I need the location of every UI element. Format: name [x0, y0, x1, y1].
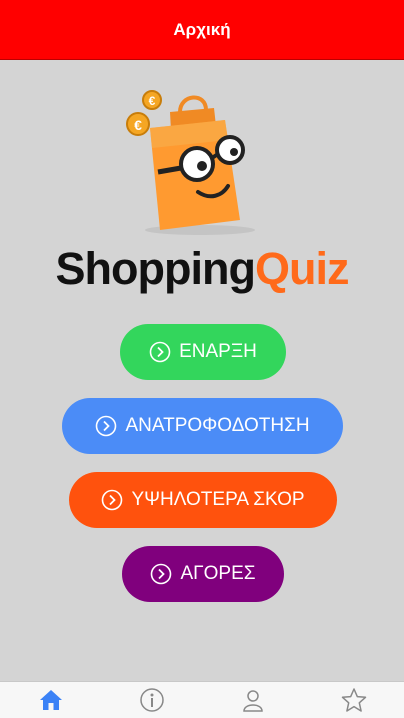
high-scores-button-label: ΥΨΗΛΟΤΕΡΑ ΣΚΟΡ — [131, 489, 305, 510]
tab-info[interactable] — [122, 682, 182, 718]
logo-text-shopping: Shopping — [55, 243, 256, 294]
purchases-button-label: ΑΓΟΡΕΣ — [180, 563, 256, 584]
euro-coin-small: € — [149, 94, 156, 108]
feedback-button[interactable]: ΑΝΑΤΡΟΦΟΔΟΤΗΣΗ — [62, 398, 343, 454]
purchases-button[interactable]: ΑΓΟΡΕΣ — [122, 546, 284, 602]
high-scores-button[interactable]: ΥΨΗΛΟΤΕΡΑ ΣΚΟΡ — [69, 472, 337, 528]
logo-wordmark: ShoppingQuiz — [0, 244, 404, 294]
tab-home[interactable] — [21, 682, 81, 718]
user-icon — [242, 690, 263, 712]
star-icon — [341, 688, 366, 712]
shopping-bag-mascot-icon: € € — [126, 90, 255, 235]
page-title: Αρχική — [173, 19, 231, 39]
chevron-circle-icon — [149, 341, 171, 363]
info-icon — [139, 688, 164, 712]
tab-profile[interactable] — [223, 682, 283, 718]
chevron-circle-icon — [101, 489, 123, 511]
start-button[interactable]: ΕΝΑΡΞΗ — [120, 324, 286, 380]
home-icon — [39, 690, 62, 710]
tab-favorites[interactable] — [324, 682, 384, 718]
euro-coin-large: € — [134, 117, 142, 133]
bottom-tab-bar — [0, 681, 404, 718]
chevron-circle-icon — [150, 563, 172, 585]
start-button-label: ΕΝΑΡΞΗ — [179, 341, 257, 362]
page-header: Αρχική — [0, 0, 404, 60]
logo-text-quiz: Quiz — [254, 243, 349, 294]
chevron-circle-icon — [95, 415, 117, 437]
feedback-button-label: ΑΝΑΤΡΟΦΟΔΟΤΗΣΗ — [125, 415, 310, 436]
